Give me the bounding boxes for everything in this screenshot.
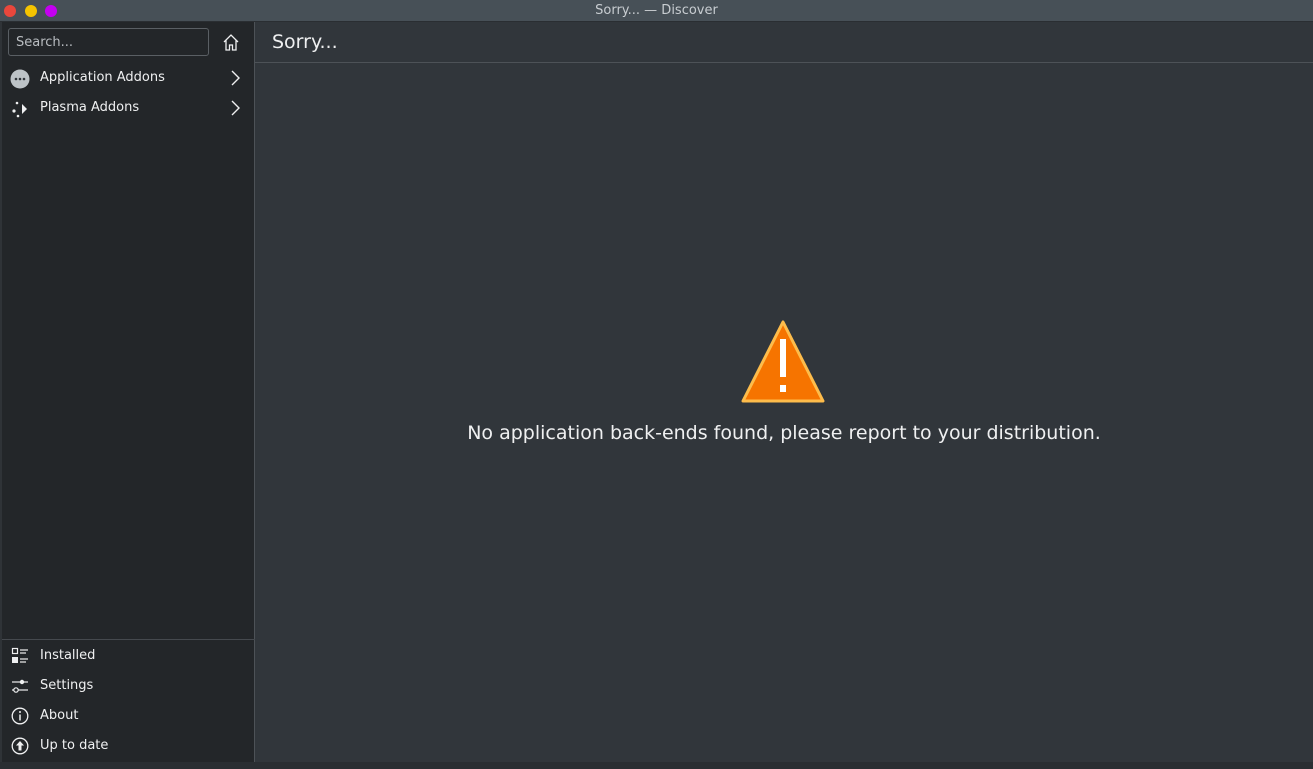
plasma-icon: [12, 101, 27, 118]
discover-window: Sorry... — Discover Application Addons: [0, 0, 1313, 769]
main-content: Sorry... No application back-ends found,…: [255, 22, 1313, 769]
sidebar-item-updates[interactable]: Up to date: [2, 731, 255, 761]
search-input[interactable]: [8, 28, 209, 56]
chevron-right-icon: [231, 70, 240, 86]
page-title: Sorry...: [272, 31, 338, 53]
sidebar-item-label: Plasma Addons: [40, 100, 140, 115]
chevron-right-icon: [231, 100, 240, 116]
sidebar-item-label: About: [40, 708, 79, 723]
sidebar-item-application-addons[interactable]: Application Addons: [2, 63, 255, 93]
sidebar-item-installed[interactable]: Installed: [2, 641, 255, 671]
update-icon: [11, 737, 29, 755]
info-icon: [11, 707, 29, 725]
sidebar-item-settings[interactable]: Settings: [2, 671, 255, 701]
settings-icon: [12, 679, 28, 693]
addons-icon: [10, 69, 30, 89]
window-title: Sorry... — Discover: [595, 3, 718, 18]
sidebar-divider: [2, 639, 255, 640]
home-icon[interactable]: [221, 33, 241, 53]
warning-icon: [741, 320, 825, 403]
sidebar-item-label: Settings: [40, 678, 94, 693]
sidebar-item-about[interactable]: About: [2, 701, 255, 731]
sidebar: Application Addons Plasma Addons: [0, 22, 255, 769]
sidebar-item-label: Installed: [40, 648, 96, 663]
page-header: Sorry...: [255, 22, 1313, 63]
sidebar-item-label: Application Addons: [40, 70, 165, 85]
title-bar: Sorry... — Discover: [0, 0, 1313, 22]
error-message: No application back-ends found, please r…: [467, 422, 1101, 444]
sidebar-item-plasma-addons[interactable]: Plasma Addons: [2, 93, 255, 123]
sidebar-item-label: Up to date: [40, 738, 109, 753]
installed-icon: [11, 647, 28, 663]
window-bottom-edge: [0, 762, 1313, 769]
